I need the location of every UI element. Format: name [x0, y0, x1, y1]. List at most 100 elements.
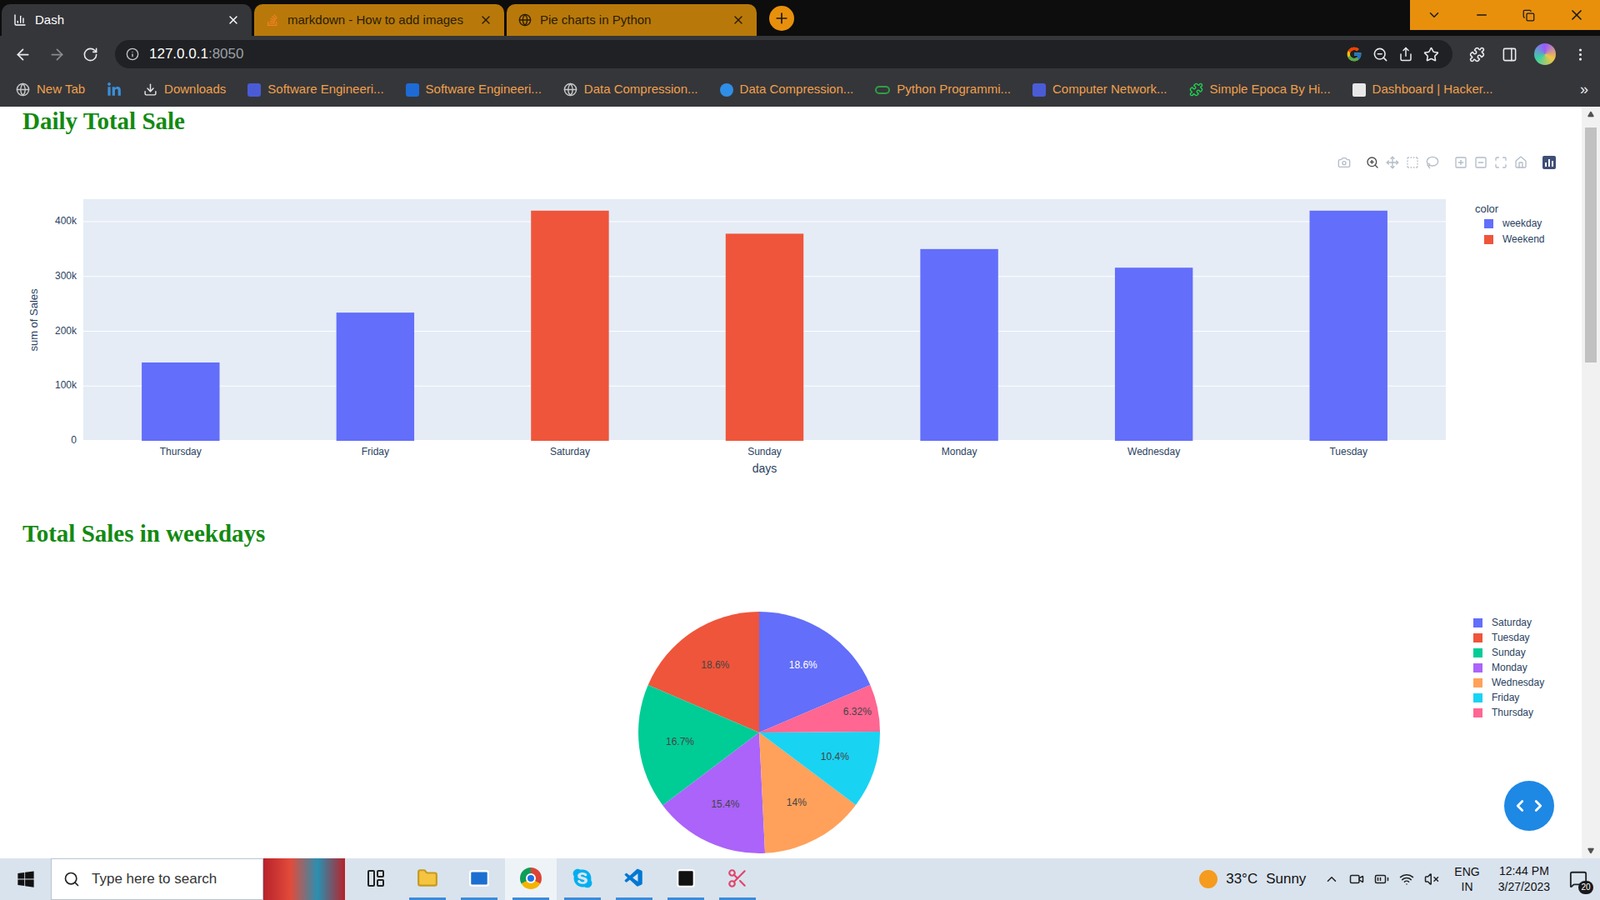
- scrollbar-thumb[interactable]: [1585, 127, 1597, 363]
- meet-now-icon[interactable]: [1349, 871, 1365, 887]
- close-icon[interactable]: [731, 13, 745, 27]
- bookmark[interactable]: Python Programmi...: [875, 80, 1011, 100]
- zoom-in-icon[interactable]: [1454, 155, 1468, 170]
- minimize-button[interactable]: [1457, 0, 1505, 30]
- url[interactable]: 127.0.0.1:8050: [149, 43, 244, 65]
- volume-muted-icon[interactable]: [1424, 871, 1440, 887]
- bookmark[interactable]: Software Engineeri...: [405, 80, 542, 100]
- bookmark[interactable]: Downloads: [143, 80, 226, 100]
- extensions-icon[interactable]: [1469, 46, 1485, 63]
- bookmark[interactable]: Data Compression...: [720, 80, 855, 100]
- home-icon[interactable]: [1514, 155, 1528, 170]
- bar[interactable]: [530, 210, 609, 441]
- show-hidden-icon[interactable]: [1324, 871, 1340, 887]
- plotly-logo-icon[interactable]: [1542, 155, 1556, 170]
- weather[interactable]: 33°CSunny: [1199, 868, 1306, 890]
- bookmark[interactable]: Software Engineeri...: [247, 80, 384, 100]
- search-box[interactable]: Type here to search: [50, 858, 264, 900]
- bar-chart[interactable]: 0100k200k300k400kThursdayFridaySaturdayS…: [0, 145, 1582, 521]
- tab-search-button[interactable]: [1410, 0, 1458, 30]
- taskbar-app[interactable]: [660, 858, 712, 900]
- taskbar-app[interactable]: [608, 858, 660, 900]
- bar[interactable]: [1310, 210, 1388, 441]
- menu-icon[interactable]: [1572, 46, 1589, 63]
- pie-slice[interactable]: 10.4%: [759, 731, 880, 805]
- taskbar-app[interactable]: [556, 858, 609, 900]
- bar[interactable]: [336, 312, 415, 441]
- modebar-button[interactable]: [1385, 155, 1400, 170]
- box-select-icon[interactable]: [1405, 155, 1420, 170]
- autoscale-icon[interactable]: [1494, 155, 1508, 170]
- pie-chart[interactable]: 18.6%18.6%16.7%15.4%14%10.4%6.32%Saturda…: [0, 560, 1582, 859]
- close-icon[interactable]: [226, 13, 240, 27]
- taskbar-app[interactable]: [711, 858, 764, 900]
- legend-item[interactable]: Monday: [1473, 661, 1528, 674]
- zoom-icon[interactable]: [1372, 46, 1389, 63]
- reload-icon[interactable]: [82, 46, 99, 63]
- legend-item[interactable]: Wednesday: [1473, 676, 1545, 689]
- zoom-icon[interactable]: [1365, 155, 1380, 170]
- bar[interactable]: [141, 362, 220, 441]
- bar[interactable]: [725, 233, 804, 441]
- zoom-out-icon[interactable]: [1474, 155, 1488, 170]
- taskbar-app[interactable]: [505, 858, 557, 900]
- pie-slice[interactable]: 15.4%: [662, 732, 765, 854]
- modebar-button[interactable]: [1474, 155, 1488, 170]
- bookmark[interactable]: New Tab: [15, 80, 85, 100]
- battery-icon[interactable]: [1374, 871, 1390, 887]
- bookmark[interactable]: Dashboard | Hacker...: [1352, 80, 1494, 100]
- modebar-button[interactable]: [1337, 155, 1351, 170]
- close-icon[interactable]: [479, 13, 493, 27]
- scroll-up-icon[interactable]: [1587, 110, 1595, 118]
- browser-tab[interactable]: markdown - How to add images: [254, 4, 505, 36]
- new-tab-button[interactable]: [769, 5, 795, 31]
- omnibox[interactable]: 127.0.0.1:8050: [115, 40, 1453, 69]
- forward-icon[interactable]: [48, 45, 66, 64]
- legend-item[interactable]: Tuesday: [1473, 631, 1530, 644]
- share-icon[interactable]: [1398, 46, 1414, 62]
- bar[interactable]: [920, 249, 998, 441]
- side-panel-icon[interactable]: [1501, 46, 1518, 63]
- profile-avatar-icon[interactable]: [1534, 43, 1556, 65]
- plot-area[interactable]: [83, 199, 1446, 441]
- modebar-button[interactable]: [1494, 155, 1508, 170]
- bookmark[interactable]: Computer Network...: [1032, 80, 1168, 100]
- wifi-icon[interactable]: [1399, 871, 1415, 887]
- legend-item[interactable]: Thursday: [1473, 706, 1534, 719]
- browser-tab[interactable]: Pie charts in Python: [506, 4, 757, 36]
- back-icon[interactable]: [14, 45, 32, 64]
- modebar-button[interactable]: [1405, 155, 1420, 170]
- modebar-button[interactable]: [1514, 155, 1528, 170]
- pan-icon[interactable]: [1385, 155, 1400, 170]
- bookmark[interactable]: [106, 82, 122, 98]
- clock[interactable]: 12:44 PM3/27/2023: [1498, 863, 1550, 895]
- lasso-icon[interactable]: [1425, 155, 1440, 170]
- camera-icon[interactable]: [1337, 155, 1351, 170]
- notifications-button[interactable]: 20: [1563, 864, 1594, 895]
- close-button[interactable]: [1552, 0, 1600, 30]
- google-icon[interactable]: [1345, 45, 1363, 63]
- bookmark[interactable]: Data Compression...: [563, 80, 699, 100]
- scroll-down-icon[interactable]: [1587, 848, 1595, 855]
- dev-tools-button[interactable]: [1504, 780, 1555, 831]
- modebar-button[interactable]: [1454, 155, 1468, 170]
- site-info-icon[interactable]: [125, 47, 140, 61]
- legend-item[interactable]: Saturday: [1473, 616, 1532, 629]
- taskbar-app[interactable]: [401, 858, 454, 900]
- bookmarks-overflow[interactable]: »: [1580, 78, 1589, 101]
- legend-item[interactable]: weekday: [1484, 217, 1542, 230]
- bar[interactable]: [1115, 267, 1193, 441]
- bookmark-star-icon[interactable]: [1423, 46, 1440, 63]
- start-button[interactable]: [0, 858, 51, 900]
- modebar-button[interactable]: [1365, 155, 1380, 170]
- browser-tab[interactable]: Dash: [1, 4, 252, 36]
- scrollbar[interactable]: [1581, 106, 1600, 859]
- modebar-button[interactable]: [1425, 155, 1440, 170]
- search-highlight-image[interactable]: [263, 858, 345, 900]
- legend-item[interactable]: Friday: [1473, 691, 1520, 704]
- pie-slice[interactable]: 6.32%: [759, 685, 880, 733]
- taskbar-app[interactable]: [453, 858, 505, 900]
- legend-item[interactable]: Weekend: [1484, 233, 1545, 245]
- taskbar-app[interactable]: [350, 858, 402, 900]
- bookmark[interactable]: Simple Epoca By Hi...: [1189, 80, 1331, 100]
